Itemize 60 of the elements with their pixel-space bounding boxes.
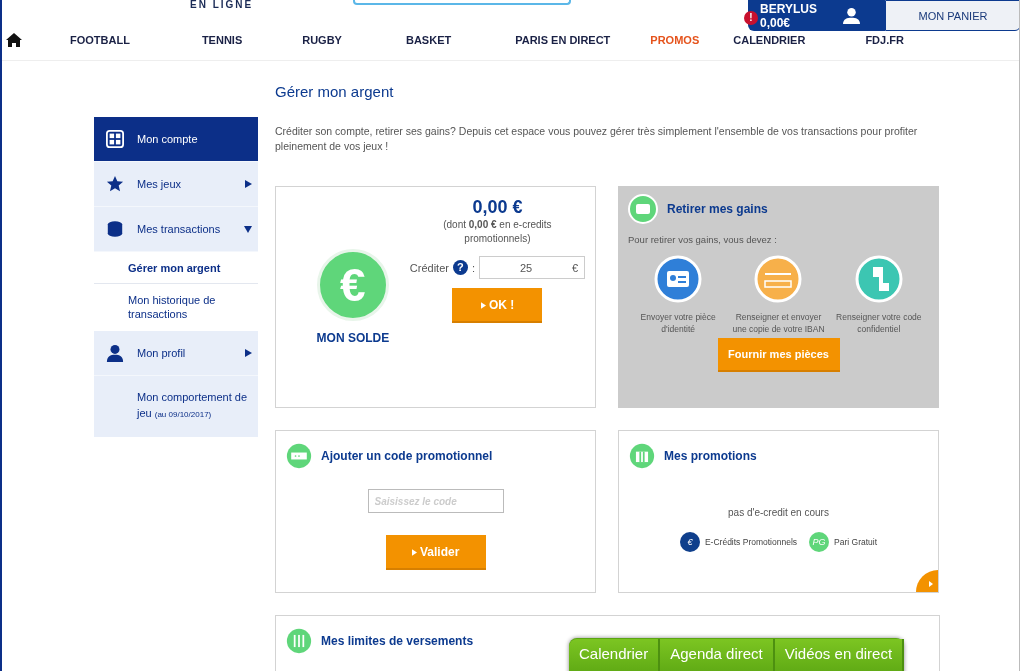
- nav-link[interactable]: CALENDRIER: [733, 34, 806, 46]
- card-title: Mes promotions: [664, 449, 757, 463]
- euro-coin-icon: €: [316, 249, 389, 321]
- sidebar-item[interactable]: Mon profil: [94, 331, 258, 376]
- user-icon: [842, 7, 860, 24]
- step-text: Envoyer votre pièce d'identité: [639, 311, 717, 335]
- cart-button[interactable]: MON PANIER: [885, 0, 1019, 31]
- ticket-icon: [286, 443, 312, 469]
- withdraw-intro: Pour retirer vos gains, vous devez :: [628, 234, 778, 245]
- alert-badge: !: [744, 11, 758, 25]
- nav-link[interactable]: FOOTBALL: [70, 34, 130, 46]
- empty-message: pas d'e-credit en cours: [727, 507, 830, 518]
- legend-badge: €: [679, 532, 700, 552]
- grid-icon: [106, 130, 124, 148]
- gift-icon: [629, 443, 655, 469]
- legend-badge: PG: [809, 532, 830, 552]
- balance-amount: 0,00 €: [472, 197, 523, 218]
- colon-text: :: [471, 261, 475, 274]
- sliders-icon: [286, 628, 312, 654]
- caret-icon: [244, 349, 252, 357]
- sidebar-item[interactable]: Mon comportement de jeu (au 09/10/2017): [94, 376, 258, 437]
- sidebar-item[interactable]: Mon compte: [94, 117, 258, 162]
- step-text: Renseigner votre code confidentiel: [835, 311, 923, 335]
- coins-icon: [106, 220, 124, 238]
- sidebar-item[interactable]: Mes transactions: [94, 207, 258, 252]
- card-title: Ajouter un code promotionnel: [321, 449, 493, 463]
- caret-icon: [244, 180, 252, 188]
- nav-link[interactable]: TENNIS: [201, 34, 243, 46]
- star-icon: [106, 175, 124, 193]
- person-icon: [106, 344, 124, 362]
- nav-link[interactable]: PROMOS: [650, 34, 700, 46]
- search-field[interactable]: [353, 0, 572, 5]
- legend-label: E-Crédits Promotionnels: [704, 537, 798, 547]
- credit-input[interactable]: 25 €: [479, 256, 585, 279]
- id-card-icon: [654, 255, 703, 303]
- nav-link[interactable]: FDJ.FR: [865, 34, 904, 46]
- legend-label: Pari Gratuit: [834, 537, 878, 547]
- nav-link[interactable]: RUGBY: [302, 34, 342, 46]
- logo-text: EN LIGNE: [190, 0, 254, 10]
- step-text: Renseigner et envoyer une copie de votre IBAN: [731, 311, 826, 335]
- intro-text: Créditer son compte, retirer ses gains? Depuis cet espace vous pouvez gérer très simplement l'ensemble de vos transactions pour profiter pleinement de vos jeux !: [275, 124, 919, 154]
- nav-link[interactable]: BASKET: [405, 34, 452, 46]
- play-icon: [480, 301, 486, 309]
- wallet-icon: [628, 194, 658, 224]
- help-icon[interactable]: ?: [452, 260, 468, 275]
- sidebar-subitem[interactable]: Mon historique de transactions: [94, 284, 258, 331]
- home-icon[interactable]: [6, 33, 22, 47]
- credit-label: Créditer: [409, 261, 449, 274]
- balance-detail: (dont 0,00 € en e-credits promotionnels): [442, 218, 553, 246]
- sidebar-subitem[interactable]: Gérer mon argent: [94, 252, 258, 284]
- corner-arrow-icon[interactable]: [916, 570, 938, 592]
- page-title: Gérer mon argent: [275, 83, 395, 100]
- caret-icon: [244, 225, 252, 233]
- nav-link[interactable]: PARIS EN DIRECT: [515, 34, 611, 46]
- card-title: Mes limites de versements: [321, 634, 474, 648]
- balance-label: MON SOLDE: [316, 331, 390, 345]
- sidebar-item[interactable]: Mes jeux: [94, 162, 258, 207]
- bank-card-icon: [754, 255, 803, 303]
- card-title: Retirer mes gains: [667, 202, 768, 216]
- play-icon: [411, 548, 417, 556]
